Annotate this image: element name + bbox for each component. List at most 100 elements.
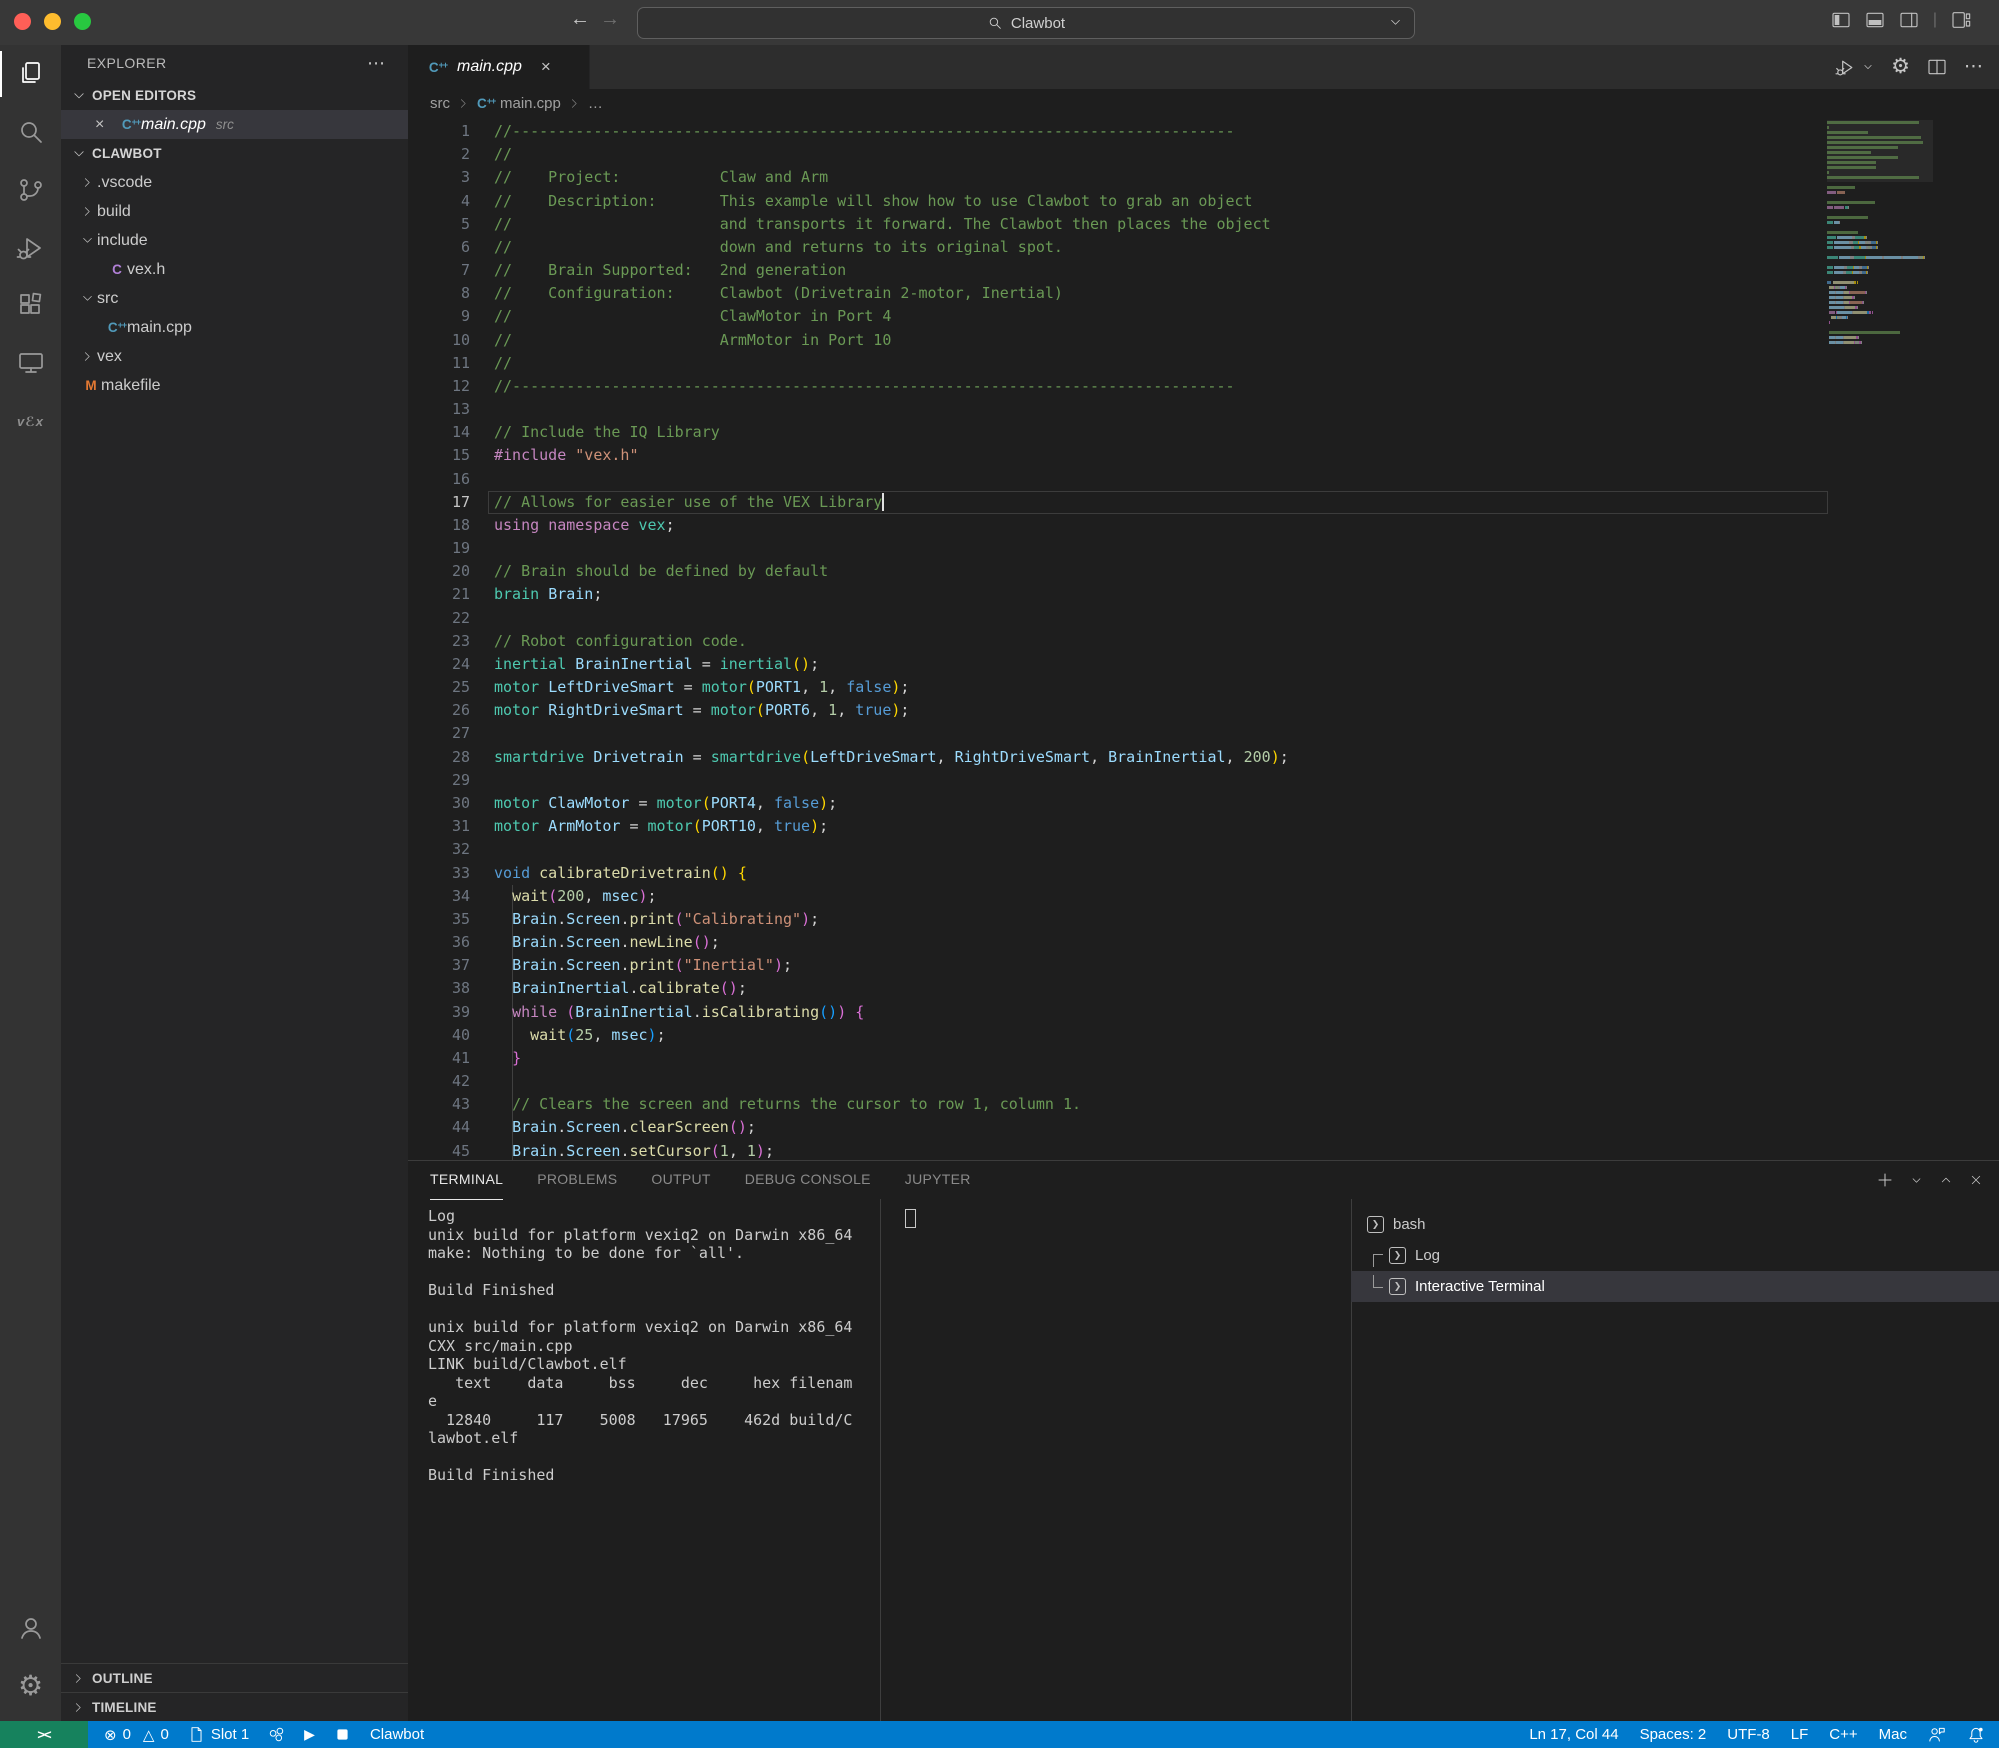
- code-line-25[interactable]: 25 motor LeftDriveSmart = motor(PORT1, 1,…: [408, 676, 1999, 699]
- status-item-play[interactable]: ▶: [304, 1726, 315, 1743]
- code-line-34[interactable]: 34 wait(200, msec);: [408, 885, 1999, 908]
- status-item-ln-17-col-44[interactable]: Ln 17, Col 44: [1529, 1726, 1618, 1743]
- status-item-c-[interactable]: C++: [1829, 1726, 1857, 1743]
- code-line-11[interactable]: 11 //: [408, 352, 1999, 375]
- breadcrumb[interactable]: src C++ main.cpp …: [408, 89, 1999, 117]
- panel-tab-output[interactable]: OUTPUT: [651, 1161, 710, 1199]
- toggle-panel-icon[interactable]: [1865, 10, 1885, 30]
- toggle-secondary-sidebar-icon[interactable]: [1899, 10, 1919, 30]
- sidebar-item-include[interactable]: include: [61, 226, 408, 255]
- terminal-output[interactable]: Log unix build for platform vexiq2 on Da…: [428, 1207, 868, 1485]
- code-line-16[interactable]: 16: [408, 468, 1999, 491]
- customize-layout-icon[interactable]: [1951, 10, 1971, 30]
- code-line-3[interactable]: 3 // Project: Claw and Arm: [408, 166, 1999, 189]
- command-center-search[interactable]: Clawbot: [637, 7, 1415, 39]
- code-line-7[interactable]: 7 // Brain Supported: 2nd generation: [408, 259, 1999, 282]
- code-line-4[interactable]: 4 // Description: This example will show …: [408, 190, 1999, 213]
- panel-tab-jupyter[interactable]: JUPYTER: [905, 1161, 971, 1199]
- code-line-12[interactable]: 12 //------------------------------------…: [408, 375, 1999, 398]
- status-item-vex-device[interactable]: [268, 1726, 285, 1743]
- status-item-spaces-2[interactable]: Spaces: 2: [1640, 1726, 1707, 1743]
- code-line-38[interactable]: 38 BrainInertial.calibrate();: [408, 977, 1999, 1000]
- terminal-instance-log[interactable]: ❯ Log: [1351, 1240, 1999, 1271]
- code-line-40[interactable]: 40 wait(25, msec);: [408, 1024, 1999, 1047]
- problems-status[interactable]: ⊗ 0 △ 0: [104, 1726, 169, 1744]
- status-item-feedback[interactable]: [1928, 1726, 1946, 1744]
- code-line-42[interactable]: 42: [408, 1070, 1999, 1093]
- terminal-instance-interactive-terminal[interactable]: ❯ Interactive Terminal: [1351, 1271, 1999, 1302]
- status-item-stop[interactable]: [334, 1726, 351, 1743]
- code-line-17[interactable]: 17 // Allows for easier use of the VEX Li…: [408, 491, 1999, 514]
- code-line-29[interactable]: 29: [408, 769, 1999, 792]
- code-line-43[interactable]: 43 // Clears the screen and returns the …: [408, 1093, 1999, 1116]
- zoom-window-button[interactable]: [74, 13, 91, 30]
- sidebar-item-src[interactable]: src: [61, 284, 408, 313]
- close-tab-icon[interactable]: ×: [541, 57, 551, 77]
- chevron-down-icon[interactable]: [1389, 16, 1402, 29]
- sidebar-item-main-cpp[interactable]: C++ main.cpp: [61, 313, 408, 342]
- code-line-15[interactable]: 15 #include "vex.h": [408, 444, 1999, 467]
- close-panel-icon[interactable]: [1969, 1173, 1983, 1187]
- code-line-8[interactable]: 8 // Configuration: Clawbot (Drivetrain 2…: [408, 282, 1999, 305]
- code-line-10[interactable]: 10 // ArmMotor in Port 10: [408, 329, 1999, 352]
- code-line-13[interactable]: 13: [408, 398, 1999, 421]
- code-line-33[interactable]: 33 void calibrateDrivetrain() {: [408, 862, 1999, 885]
- sidebar-item-vex-h[interactable]: Cvex.h: [61, 255, 408, 284]
- code-line-5[interactable]: 5 // and transports it forward. The Clawb…: [408, 213, 1999, 236]
- status-item-bell-dot[interactable]: [1967, 1726, 1985, 1744]
- section-timeline[interactable]: TIMELINE: [61, 1692, 408, 1721]
- minimap[interactable]: [1827, 120, 1933, 345]
- run-or-debug-icon[interactable]: [1835, 57, 1856, 78]
- panel-tab-debug-console[interactable]: DEBUG CONSOLE: [745, 1161, 871, 1199]
- activity-item-vex[interactable]: vℰx: [0, 393, 61, 451]
- activity-item-source-control[interactable]: [0, 161, 61, 219]
- activity-item-run-and-debug[interactable]: [0, 219, 61, 277]
- breadcrumb-file[interactable]: main.cpp: [500, 95, 561, 112]
- code-line-21[interactable]: 21 brain Brain;: [408, 583, 1999, 606]
- code-line-26[interactable]: 26 motor RightDriveSmart = motor(PORT6, 1…: [408, 699, 1999, 722]
- code-line-23[interactable]: 23 // Robot configuration code.: [408, 630, 1999, 653]
- new-terminal-icon[interactable]: [1876, 1171, 1894, 1189]
- activity-item-account[interactable]: [0, 1599, 61, 1657]
- activity-item-search[interactable]: [0, 103, 61, 161]
- code-line-36[interactable]: 36 Brain.Screen.newLine();: [408, 931, 1999, 954]
- settings-gear-icon[interactable]: ⚙: [1891, 56, 1910, 78]
- code-line-14[interactable]: 14 // Include the IQ Library: [408, 421, 1999, 444]
- code-line-31[interactable]: 31 motor ArmMotor = motor(PORT10, true);: [408, 815, 1999, 838]
- code-line-2[interactable]: 2 //: [408, 143, 1999, 166]
- terminal-instance-bash[interactable]: ❯ bash: [1351, 1209, 1999, 1240]
- code-line-44[interactable]: 44 Brain.Screen.clearScreen();: [408, 1116, 1999, 1139]
- panel-split-divider[interactable]: [880, 1199, 881, 1721]
- code-editor[interactable]: 1 //-------------------------------------…: [408, 117, 1999, 1160]
- code-line-45[interactable]: 45 Brain.Screen.setCursor(1, 1);: [408, 1140, 1999, 1160]
- activity-item-remote-explorer[interactable]: [0, 335, 61, 393]
- code-line-19[interactable]: 19: [408, 537, 1999, 560]
- activity-item-explorer[interactable]: [0, 45, 61, 103]
- close-icon[interactable]: ×: [95, 116, 104, 134]
- breadcrumb-symbol[interactable]: …: [588, 95, 603, 112]
- code-line-22[interactable]: 22: [408, 607, 1999, 630]
- code-line-32[interactable]: 32: [408, 838, 1999, 861]
- open-editor-main-cpp[interactable]: × C++ main.cpp src: [61, 110, 408, 139]
- status-item-utf-8[interactable]: UTF-8: [1727, 1726, 1770, 1743]
- navigate-forward-button[interactable]: →: [596, 8, 624, 31]
- status-item-clawbot[interactable]: Clawbot: [370, 1726, 424, 1743]
- code-line-24[interactable]: 24 inertial BrainInertial = inertial();: [408, 653, 1999, 676]
- section-outline[interactable]: OUTLINE: [61, 1663, 408, 1692]
- section-project-root[interactable]: CLAWBOT: [61, 139, 408, 168]
- maximize-panel-icon[interactable]: [1939, 1173, 1953, 1187]
- code-line-30[interactable]: 30 motor ClawMotor = motor(PORT4, false);: [408, 792, 1999, 815]
- code-line-20[interactable]: 20 // Brain should be defined by default: [408, 560, 1999, 583]
- tab-main-cpp[interactable]: C++ main.cpp ×: [408, 45, 590, 89]
- remote-indicator[interactable]: ><: [0, 1721, 88, 1748]
- terminal-dropdown-icon[interactable]: [1910, 1174, 1923, 1187]
- section-open-editors[interactable]: OPEN EDITORS: [61, 81, 408, 110]
- sidebar-item-build[interactable]: build: [61, 197, 408, 226]
- close-window-button[interactable]: [14, 13, 31, 30]
- code-line-28[interactable]: 28 smartdrive Drivetrain = smartdrive(Lef…: [408, 746, 1999, 769]
- breadcrumb-folder[interactable]: src: [430, 95, 450, 112]
- activity-item-settings[interactable]: ⚙: [0, 1657, 61, 1715]
- code-line-27[interactable]: 27: [408, 722, 1999, 745]
- code-line-18[interactable]: 18 using namespace vex;: [408, 514, 1999, 537]
- navigate-back-button[interactable]: ←: [566, 8, 594, 31]
